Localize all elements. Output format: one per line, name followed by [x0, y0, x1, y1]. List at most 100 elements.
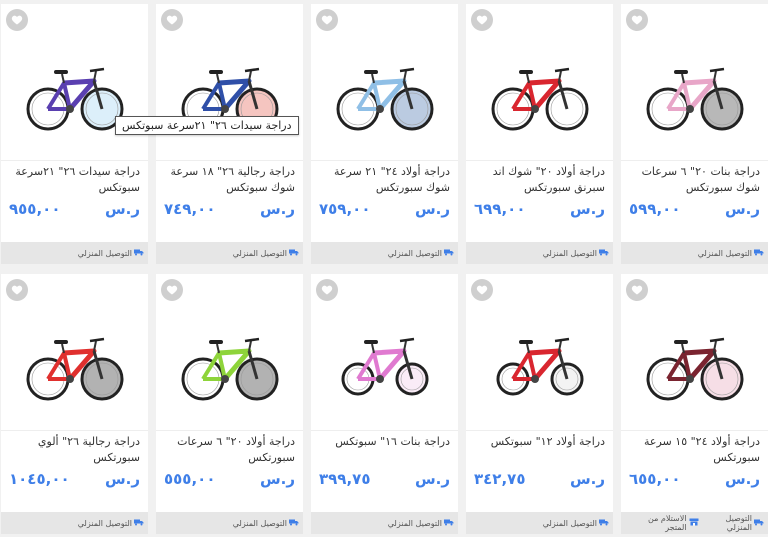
divider — [621, 160, 768, 161]
wishlist-heart-icon[interactable] — [316, 9, 338, 31]
divider — [1, 430, 148, 431]
home-delivery-option: التوصيل المنزلي — [233, 248, 299, 258]
price-currency: ر.س — [414, 200, 450, 218]
shipping-bar: التوصيل المنزلي — [311, 512, 458, 534]
truck-icon — [599, 518, 609, 528]
truck-icon — [754, 248, 764, 258]
shipping-bar: التوصيل المنزلي — [466, 242, 613, 264]
product-image[interactable] — [156, 32, 303, 157]
product-image[interactable] — [311, 302, 458, 427]
product-title[interactable]: دراجة رجالية ٢٦" ألوي سبورتكس — [9, 434, 140, 466]
shipping-bar: الاستلام من المتجر التوصيل المنزلي — [621, 512, 768, 534]
product-title[interactable]: دراجة أولاد ٢٠" ٦ سرعات سبورتكس — [164, 434, 295, 466]
product-title[interactable]: دراجة بنات ٢٠" ٦ سرعات شوك سبورتكس — [629, 164, 760, 196]
price-currency: ر.س — [569, 470, 605, 488]
product-card[interactable]: دراجة أولاد ١٢" سبوتكس ٣٤٢,٧٥ ر.س التوصي… — [466, 274, 613, 534]
product-price: ٥٥٥,٠٠ ر.س — [164, 470, 295, 488]
home-delivery-option: التوصيل المنزلي — [78, 518, 144, 528]
product-card[interactable]: دراجة أولاد ٢٤" ١٥ سرعة سبورتكس ٦٥٥,٠٠ ر… — [621, 274, 768, 534]
price-currency: ر.س — [259, 200, 295, 218]
wishlist-heart-icon[interactable] — [626, 9, 648, 31]
wishlist-heart-icon[interactable] — [161, 9, 183, 31]
home-delivery-option: التوصيل المنزلي — [543, 248, 609, 258]
shipping-bar: التوصيل المنزلي — [1, 242, 148, 264]
divider — [156, 160, 303, 161]
home-delivery-option: التوصيل المنزلي — [698, 248, 764, 258]
wishlist-heart-icon[interactable] — [626, 279, 648, 301]
price-currency: ر.س — [724, 470, 760, 488]
wishlist-heart-icon[interactable] — [471, 9, 493, 31]
home-delivery-option: التوصيل المنزلي — [388, 518, 454, 528]
wishlist-heart-icon[interactable] — [6, 279, 28, 301]
product-image[interactable] — [311, 32, 458, 157]
product-title[interactable]: دراجة رجالية ٢٦" ١٨ سرعة شوك سبوتكس — [164, 164, 295, 196]
product-image[interactable] — [1, 32, 148, 157]
divider — [1, 160, 148, 161]
home-delivery-option: التوصيل المنزلي — [78, 248, 144, 258]
shipping-label: التوصيل المنزلي — [725, 514, 752, 532]
wishlist-heart-icon[interactable] — [161, 279, 183, 301]
price-amount: ٦٥٥,٠٠ — [629, 470, 681, 488]
price-amount: ٣٩٩,٧٥ — [319, 470, 371, 488]
product-image[interactable] — [156, 302, 303, 427]
shipping-label: التوصيل المنزلي — [697, 248, 752, 258]
home-delivery-option: التوصيل المنزلي — [699, 514, 764, 532]
product-image[interactable] — [1, 302, 148, 427]
product-price: ٩٥٥,٠٠ ر.س — [9, 200, 140, 218]
product-card[interactable]: دراجة أولاد ٢٠" ٦ سرعات سبورتكس ٥٥٥,٠٠ ر… — [156, 274, 303, 534]
product-title[interactable]: دراجة سيدات ٢٦" ٢١سرعة سبوتكس — [9, 164, 140, 196]
product-image[interactable] — [621, 302, 768, 427]
price-amount: ١٠٤٥,٠٠ — [9, 470, 70, 488]
product-title[interactable]: دراجة أولاد ٢٠" شوك اند سبرنق سبورتكس — [474, 164, 605, 196]
price-amount: ٥٥٥,٠٠ — [164, 470, 216, 488]
price-currency: ر.س — [724, 200, 760, 218]
pickup-label: الاستلام من المتجر — [647, 514, 687, 532]
shipping-bar: التوصيل المنزلي — [1, 512, 148, 534]
price-currency: ر.س — [569, 200, 605, 218]
wishlist-heart-icon[interactable] — [316, 279, 338, 301]
shipping-bar: التوصيل المنزلي — [621, 242, 768, 264]
truck-icon — [754, 518, 764, 528]
shipping-label: التوصيل المنزلي — [387, 518, 442, 528]
divider — [621, 430, 768, 431]
truck-icon — [444, 518, 454, 528]
truck-icon — [134, 248, 144, 258]
home-delivery-option: التوصيل المنزلي — [543, 518, 609, 528]
truck-icon — [289, 518, 299, 528]
product-grid: دراجة بنات ٢٠" ٦ سرعات شوك سبورتكس ٥٩٩,٠… — [0, 0, 768, 537]
product-price: ٦٥٥,٠٠ ر.س — [629, 470, 760, 488]
product-image[interactable] — [466, 302, 613, 427]
truck-icon — [134, 518, 144, 528]
product-card[interactable]: دراجة رجالية ٢٦" ألوي سبورتكس ١٠٤٥,٠٠ ر.… — [1, 274, 148, 534]
product-image[interactable] — [621, 32, 768, 157]
product-title[interactable]: دراجة أولاد ٢٤" ٢١ سرعة شوك سبورتكس — [319, 164, 450, 196]
shipping-label: التوصيل المنزلي — [542, 248, 597, 258]
product-title[interactable]: دراجة أولاد ٢٤" ١٥ سرعة سبورتكس — [629, 434, 760, 466]
price-currency: ر.س — [259, 470, 295, 488]
product-card[interactable]: دراجة أولاد ٢٠" شوك اند سبرنق سبورتكس ٦٩… — [466, 4, 613, 264]
price-amount: ٣٤٢,٧٥ — [474, 470, 526, 488]
shipping-label: التوصيل المنزلي — [77, 518, 132, 528]
home-delivery-option: التوصيل المنزلي — [388, 248, 454, 258]
product-card[interactable]: دراجة بنات ٢٠" ٦ سرعات شوك سبورتكس ٥٩٩,٠… — [621, 4, 768, 264]
shipping-bar: التوصيل المنزلي — [311, 242, 458, 264]
product-card[interactable]: دراجة أولاد ٢٤" ٢١ سرعة شوك سبورتكس ٧٥٩,… — [311, 4, 458, 264]
product-title[interactable]: دراجة بنات ١٦" سبوتكس — [319, 434, 450, 450]
price-currency: ر.س — [414, 470, 450, 488]
shipping-bar: التوصيل المنزلي — [156, 242, 303, 264]
wishlist-heart-icon[interactable] — [471, 279, 493, 301]
shipping-label: التوصيل المنزلي — [232, 248, 287, 258]
product-price: ٦٩٩,٠٠ ر.س — [474, 200, 605, 218]
store-pickup-option: الاستلام من المتجر — [625, 514, 699, 532]
price-amount: ٧٥٩,٠٠ — [319, 200, 371, 218]
shipping-label: التوصيل المنزلي — [232, 518, 287, 528]
product-card[interactable]: دراجة بنات ١٦" سبوتكس ٣٩٩,٧٥ ر.س التوصيل… — [311, 274, 458, 534]
product-image[interactable] — [466, 32, 613, 157]
price-amount: ٧٤٩,٠٠ — [164, 200, 216, 218]
wishlist-heart-icon[interactable] — [6, 9, 28, 31]
title-tooltip: دراجة سيدات ٢٦" ٢١سرعة سبوتكس — [115, 116, 299, 135]
product-title[interactable]: دراجة أولاد ١٢" سبوتكس — [474, 434, 605, 450]
truck-icon — [444, 248, 454, 258]
price-amount: ٩٥٥,٠٠ — [9, 200, 61, 218]
shipping-bar: التوصيل المنزلي — [466, 512, 613, 534]
